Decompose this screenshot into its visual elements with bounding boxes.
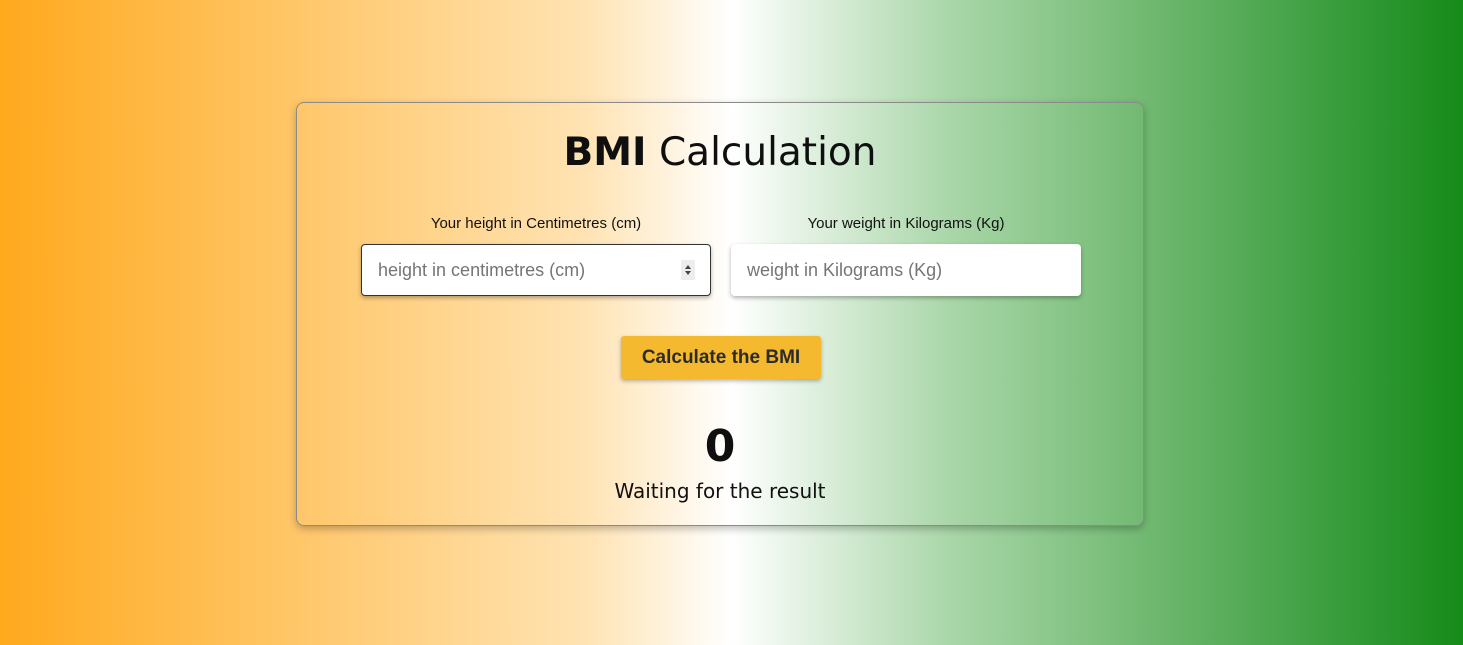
height-label: Your height in Centimetres (cm) <box>430 215 642 232</box>
title-bold: BMI <box>563 130 647 175</box>
bmi-result-message: Waiting for the result <box>614 479 826 503</box>
weight-label: Your weight in Kilograms (Kg) <box>807 215 1005 232</box>
bmi-card: BMI Calculation Your height in Centimetr… <box>296 102 1144 526</box>
height-input[interactable] <box>361 244 711 296</box>
title-light: Calculation <box>658 130 877 175</box>
bmi-result-value: 0 <box>704 421 736 472</box>
weight-input[interactable] <box>731 244 1081 296</box>
calculate-bmi-button[interactable]: Calculate the BMI <box>621 336 821 379</box>
page-title: BMI Calculation <box>297 129 1143 177</box>
stepper-up-icon[interactable] <box>685 265 691 269</box>
stepper-down-icon[interactable] <box>685 271 691 275</box>
height-stepper[interactable] <box>681 260 695 280</box>
